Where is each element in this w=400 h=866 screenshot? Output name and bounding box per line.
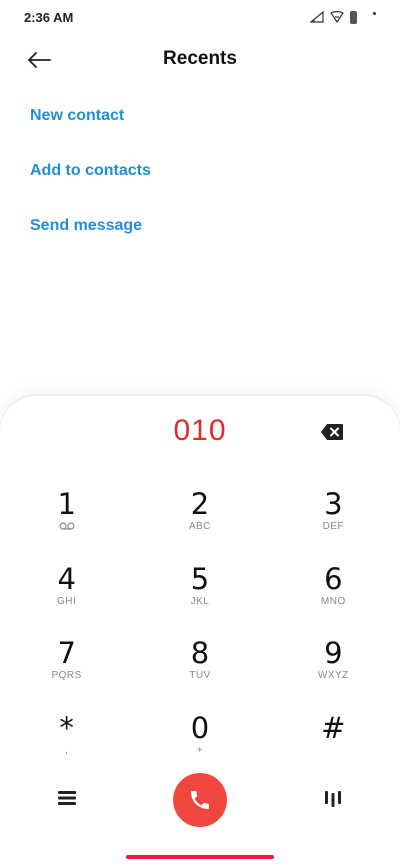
phone-icon [191, 791, 209, 809]
page-title: Recents [163, 48, 237, 69]
dial-key-9[interactable]: 9 WXYZ [267, 635, 400, 710]
key-letters: WXYZ [317, 670, 349, 681]
key-letters: + [196, 744, 204, 756]
status-time: 2:36 AM [24, 10, 74, 25]
key-digit: 4 [57, 561, 76, 596]
key-digit: 7 [57, 636, 76, 670]
dialpad-panel: 010 1 2 ABC 3 DEF 4 GHI 5 JKL 6 MNO 7 PQ… [0, 396, 400, 866]
menu-icon[interactable] [58, 790, 76, 806]
dial-key-7[interactable]: 7 PQRS [0, 635, 133, 710]
key-digit: 0 [190, 710, 210, 745]
dialpad-keys: 1 2 ABC 3 DEF 4 GHI 5 JKL 6 MNO 7 PQRS 8… [0, 486, 400, 784]
dial-key-4[interactable]: 4 GHI [0, 561, 133, 636]
status-bar: 2:36 AM [0, 0, 400, 36]
add-to-contacts-link[interactable]: Add to contacts [30, 155, 151, 210]
dial-key-5[interactable]: 5 JKL [133, 561, 266, 636]
dialpad-toggle-icon[interactable] [324, 789, 342, 807]
dial-key-2[interactable]: 2 ABC [133, 486, 266, 561]
notification-dot-icon [373, 11, 376, 15]
key-letters: PQRS [51, 670, 82, 681]
key-letters: ABC [188, 521, 212, 532]
dialpad-bottom-row [0, 773, 400, 827]
status-icons [310, 9, 376, 25]
key-letters: TUV [189, 670, 211, 681]
dial-key-1[interactable]: 1 [0, 486, 133, 561]
dial-key-8[interactable]: 8 TUV [133, 635, 266, 710]
call-button[interactable] [173, 773, 227, 827]
wifi-signal-icon [330, 11, 344, 23]
key-digit: * [59, 710, 74, 745]
voicemail-icon [59, 522, 75, 530]
key-letters: DEF [322, 521, 345, 532]
send-message-link[interactable]: Send message [30, 210, 151, 265]
cellular-signal-icon [310, 11, 324, 23]
dial-key-3[interactable]: 3 DEF [267, 486, 400, 561]
new-contact-link[interactable]: New contact [30, 100, 151, 155]
dial-key-6[interactable]: 6 MNO [267, 561, 400, 636]
key-digit: 9 [324, 636, 343, 670]
key-digit: 5 [190, 561, 210, 596]
home-indicator[interactable] [126, 855, 274, 859]
key-letters: , [65, 744, 69, 756]
key-digit: 3 [324, 487, 343, 521]
key-digit: 6 [324, 561, 343, 596]
app-header: Recents [0, 40, 400, 80]
key-digit: # [321, 710, 346, 745]
key-letters: GHI [57, 595, 77, 607]
key-letters: MNO [320, 595, 346, 607]
key-letters: JKL [190, 595, 210, 607]
key-digit: 1 [57, 487, 76, 521]
key-digit: 8 [190, 636, 210, 670]
key-digit: 2 [190, 487, 210, 521]
battery-icon [350, 10, 357, 24]
backspace-icon[interactable] [320, 423, 344, 441]
number-actions: New contact Add to contacts Send message [30, 100, 151, 265]
